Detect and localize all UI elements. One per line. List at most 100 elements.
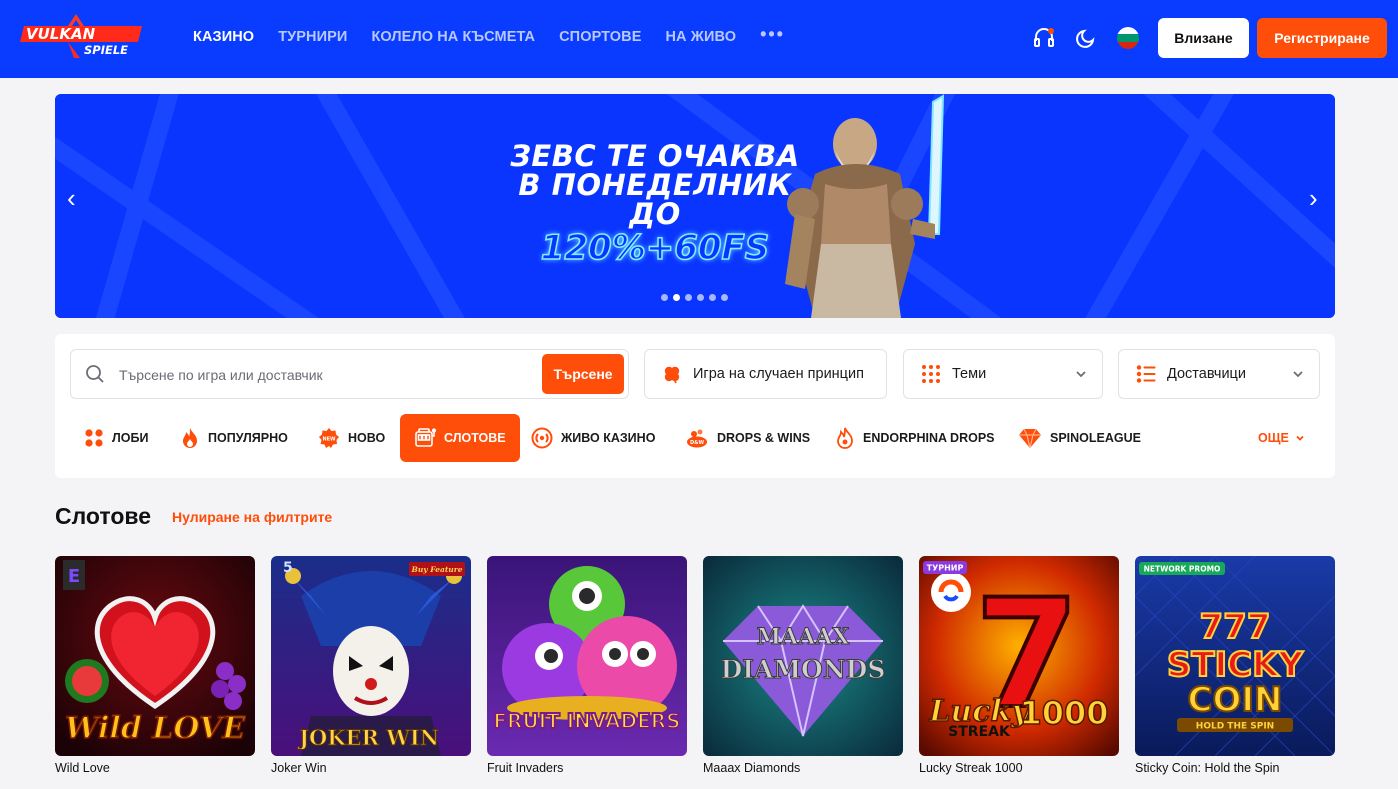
tab-spinoleague[interactable]: SPINOLEAGUE: [1018, 414, 1141, 462]
svg-text:SPIELE: SPIELE: [84, 43, 128, 57]
lobby-grid-icon: [84, 428, 104, 448]
register-button[interactable]: Регистриране: [1257, 18, 1387, 58]
nav-live[interactable]: НА ЖИВО: [665, 29, 736, 45]
themes-dropdown[interactable]: Теми: [903, 349, 1103, 399]
sticky-coin-artwork: NETWORK PROMO 777 STICKY COIN HOLD THE S…: [1135, 556, 1335, 756]
language-flag-bg-icon[interactable]: [1116, 26, 1140, 50]
game-name[interactable]: Maaax Diamonds: [703, 761, 903, 775]
chevron-down-icon: [1074, 367, 1088, 385]
fruit-invaders-artwork: FRUIT INVADERS: [487, 556, 687, 756]
flame-icon: [180, 427, 200, 449]
sticky-art-word: STICKY: [1167, 645, 1304, 685]
wild-love-artwork: E Wild LOVE: [55, 556, 255, 756]
drops-wins-icon: D&W: [685, 427, 709, 449]
more-categories-label: ОЩЕ: [1258, 431, 1289, 445]
tab-new[interactable]: NEW НОВО: [318, 414, 385, 462]
search-button[interactable]: Търсене: [542, 354, 624, 394]
game-card[interactable]: 7 ТУРНИР Lucky 1000 STREAK Lucky Streak …: [919, 556, 1119, 775]
nav-casino[interactable]: КАЗИНО: [193, 29, 254, 45]
random-game-label: Игра на случаен принцип: [693, 366, 864, 382]
tab-live-casino[interactable]: ЖИВО КАЗИНО: [531, 414, 655, 462]
game-name[interactable]: Sticky Coin: Hold the Spin: [1135, 761, 1335, 775]
lucky-streak-artwork: 7 ТУРНИР Lucky 1000 STREAK: [919, 556, 1119, 756]
game-thumbnail[interactable]: E Wild LOVE: [55, 556, 255, 756]
login-button[interactable]: Влизане: [1158, 18, 1249, 58]
fruit-invaders-art-title: FRUIT INVADERS: [493, 709, 680, 733]
svg-text:D&W: D&W: [690, 440, 705, 446]
game-name[interactable]: Fruit Invaders: [487, 761, 687, 775]
tab-spinoleague-label: SPINOLEAGUE: [1050, 431, 1141, 445]
banner-line-1: ЗЕВС ТЕ ОЧАКВА: [510, 139, 800, 173]
game-thumbnail[interactable]: NETWORK PROMO 777 STICKY COIN HOLD THE S…: [1135, 556, 1335, 756]
tab-popular[interactable]: ПОПУЛЯРНО: [180, 414, 288, 462]
banner-dot[interactable]: [673, 294, 680, 301]
providers-dropdown[interactable]: Доставчици: [1118, 349, 1320, 399]
search-input[interactable]: [119, 364, 519, 386]
reset-filters-link[interactable]: Нулиране на филтрите: [172, 509, 332, 525]
themes-label: Теми: [952, 366, 987, 382]
game-thumbnail[interactable]: 5 Buy Feature JOKER WIN: [271, 556, 471, 756]
vulkan-spiele-logo[interactable]: VULKAN SPIELE: [18, 12, 150, 60]
more-categories-button[interactable]: ОЩЕ: [1258, 431, 1305, 445]
slot-machine-icon: [414, 428, 436, 448]
game-name[interactable]: Wild Love: [55, 761, 255, 775]
tab-lobby-label: ЛОБИ: [112, 431, 149, 445]
live-broadcast-icon: [531, 427, 553, 449]
game-thumbnail[interactable]: FRUIT INVADERS: [487, 556, 687, 756]
coin-art-word: COIN: [1188, 680, 1283, 720]
sticky-777-art: 777: [1200, 607, 1271, 647]
game-name[interactable]: Joker Win: [271, 761, 471, 775]
themes-grid-icon: [921, 364, 941, 384]
nav-wheel-of-fortune[interactable]: КОЛЕЛО НА КЪСМЕТА: [371, 29, 535, 45]
tab-drops-wins-label: DROPS & WINS: [717, 431, 811, 445]
banner-line-3: ДО: [629, 197, 681, 231]
game-thumbnail[interactable]: 7 ТУРНИР Lucky 1000 STREAK: [919, 556, 1119, 756]
tab-live-casino-label: ЖИВО КАЗИНО: [561, 431, 656, 445]
game-card[interactable]: FRUIT INVADERS Fruit Invaders: [487, 556, 687, 775]
tab-slots[interactable]: СЛОТОВЕ: [400, 414, 520, 462]
lucky-streak-tag: ТУРНИР: [927, 564, 964, 573]
promo-banner[interactable]: ЗЕВС ТЕ ОЧАКВА В ПОНЕДЕЛНИК ДО 120%+60FS…: [55, 94, 1335, 318]
search-box: Търсене: [70, 349, 629, 399]
game-card[interactable]: E Wild LOVE Wild Love: [55, 556, 255, 775]
support-headset-icon[interactable]: [1032, 26, 1056, 50]
banner-bonus-highlight: 120%+60FS: [540, 228, 770, 268]
game-name[interactable]: Lucky Streak 1000: [919, 761, 1119, 775]
random-game-button[interactable]: Игра на случаен принцип: [644, 349, 887, 399]
joker-win-art-title: JOKER WIN: [297, 725, 439, 750]
svg-text:5: 5: [283, 560, 293, 576]
banner-next-arrow-icon[interactable]: ›: [1309, 185, 1329, 211]
banner-dot[interactable]: [721, 294, 728, 301]
banner-dot[interactable]: [661, 294, 668, 301]
maaax-diamonds-artwork: MAAAX DIAMONDS: [703, 556, 903, 756]
clover-icon: [662, 364, 682, 384]
banner-dot[interactable]: [685, 294, 692, 301]
nav-tournaments[interactable]: ТУРНИРИ: [278, 29, 347, 45]
tab-popular-label: ПОПУЛЯРНО: [208, 431, 288, 445]
diamonds-art-word: DIAMONDS: [721, 655, 886, 684]
game-thumbnail[interactable]: MAAAX DIAMONDS: [703, 556, 903, 756]
nav-sports[interactable]: СПОРТОВЕ: [559, 29, 641, 45]
filter-panel: Търсене Игра на случаен принцип Теми: [55, 334, 1335, 478]
tab-lobby[interactable]: ЛОБИ: [84, 414, 148, 462]
providers-list-icon: [1136, 364, 1156, 384]
tab-endorphina-drops[interactable]: ENDORPHINA DROPS: [835, 414, 995, 462]
game-card[interactable]: NETWORK PROMO 777 STICKY COIN HOLD THE S…: [1135, 556, 1335, 775]
dark-mode-moon-icon[interactable]: [1074, 26, 1098, 50]
game-card[interactable]: MAAAX DIAMONDS Maaax Diamonds: [703, 556, 903, 775]
banner-prev-arrow-icon[interactable]: ‹: [67, 185, 87, 211]
providers-label: Доставчици: [1167, 366, 1246, 382]
svg-text:VULKAN: VULKAN: [26, 25, 96, 43]
chevron-down-icon: [1296, 435, 1304, 441]
lucky-streak-art-word: STREAK: [948, 724, 1011, 740]
chevron-down-icon: [1291, 367, 1305, 385]
svg-text:E: E: [68, 566, 80, 587]
banner-dot[interactable]: [709, 294, 716, 301]
tab-drops-wins[interactable]: D&W DROPS & WINS: [685, 414, 810, 462]
lucky-1000-art-word: 1000: [1019, 694, 1108, 732]
nav-more-button[interactable]: •••: [760, 24, 785, 45]
search-icon: [85, 364, 105, 389]
game-card[interactable]: 5 Buy Feature JOKER WIN Joker Win: [271, 556, 471, 775]
joker-win-art-tag: Buy Feature: [411, 565, 463, 574]
banner-dot[interactable]: [697, 294, 704, 301]
